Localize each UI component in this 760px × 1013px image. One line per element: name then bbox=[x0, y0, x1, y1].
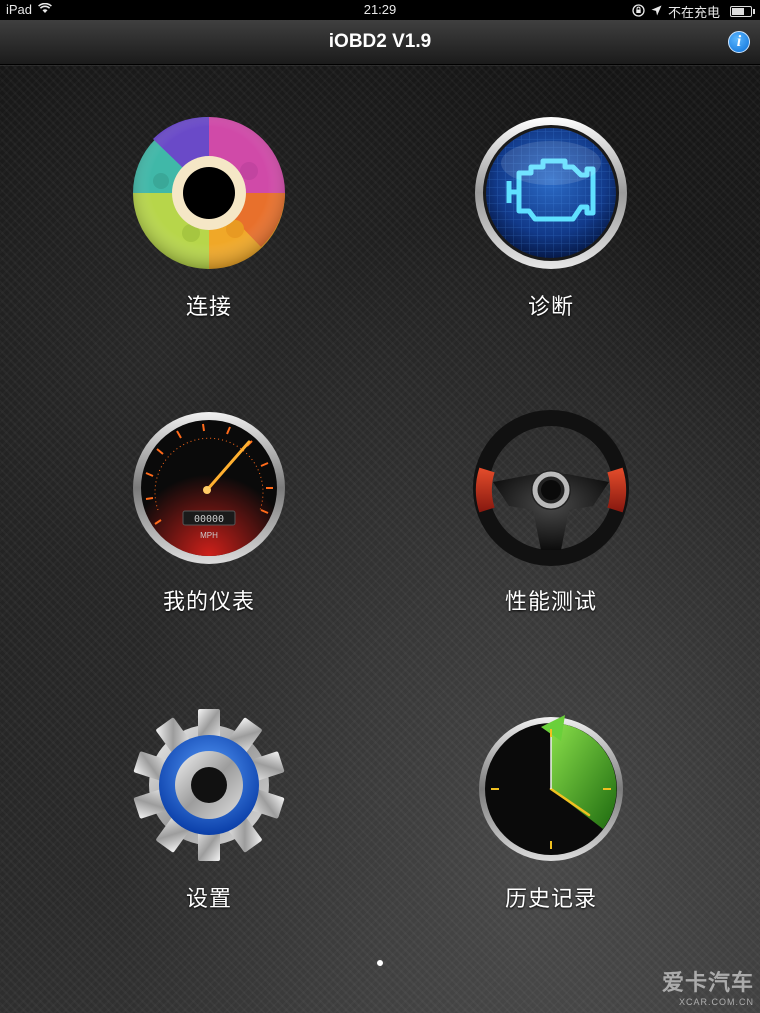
odometer-digits: 00000 bbox=[194, 514, 224, 525]
navigation-bar: iOBD2 V1.9 i bbox=[0, 20, 760, 65]
info-icon: i bbox=[736, 33, 742, 50]
location-icon bbox=[651, 4, 662, 19]
page-indicator-dot bbox=[377, 960, 383, 966]
history-label: 历史记录 bbox=[504, 887, 597, 912]
performance-label: 性能测试 bbox=[504, 590, 597, 615]
history-clock-icon bbox=[479, 715, 623, 861]
status-bar: iPad 21:29 不在充电 bbox=[0, 0, 760, 20]
settings-label: 设置 bbox=[185, 887, 232, 912]
connect-label: 连接 bbox=[185, 295, 232, 320]
performance-button[interactable]: 性能测试 bbox=[441, 410, 661, 616]
rotation-lock-icon bbox=[632, 3, 645, 20]
gauge-unit: MPH bbox=[200, 531, 218, 540]
steering-wheel-icon bbox=[473, 410, 629, 566]
dashboard-button[interactable]: 00000 MPH 我的仪表 bbox=[99, 410, 319, 616]
history-button[interactable]: 历史记录 bbox=[441, 707, 661, 913]
info-button[interactable]: i bbox=[728, 31, 750, 53]
watermark: 爱卡汽车 XCAR.COM.CN bbox=[662, 965, 754, 1007]
dashboard-label: 我的仪表 bbox=[162, 590, 255, 615]
connect-button[interactable]: 连接 bbox=[99, 115, 319, 321]
diagnose-label: 诊断 bbox=[527, 295, 574, 320]
diagnose-button[interactable]: 诊断 bbox=[441, 115, 661, 321]
watermark-cn: 爱卡汽车 bbox=[661, 971, 754, 996]
puzzle-ring-icon bbox=[133, 116, 285, 269]
charging-status: 不在充电 bbox=[667, 5, 720, 20]
app-title: iOBD2 V1.9 bbox=[328, 31, 432, 52]
battery-icon bbox=[730, 6, 755, 17]
settings-button[interactable]: 设置 bbox=[99, 707, 319, 913]
watermark-en: XCAR.COM.CN bbox=[678, 997, 754, 1007]
engine-check-icon bbox=[475, 117, 627, 269]
speedometer-icon: 00000 MPH bbox=[133, 412, 285, 564]
gear-icon bbox=[133, 709, 285, 861]
